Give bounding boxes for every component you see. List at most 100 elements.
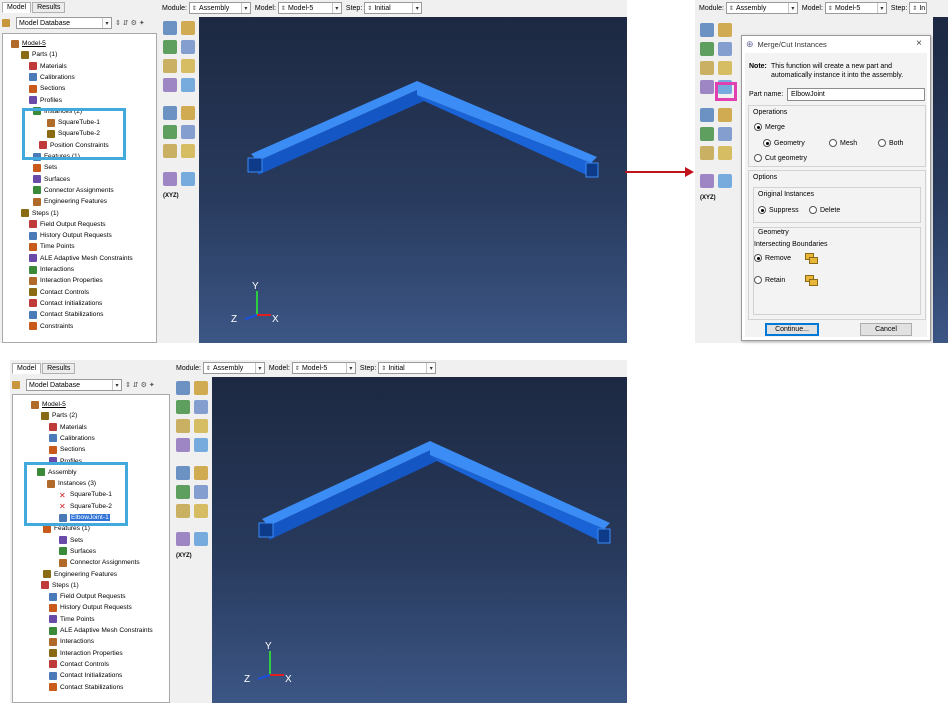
model-select[interactable]: ⇕ Model-5 ▾ — [277, 2, 342, 14]
datum-icon[interactable] — [163, 78, 177, 92]
rotate-icon[interactable] — [718, 42, 732, 56]
constraint-icon[interactable] — [194, 504, 208, 518]
csys-icon[interactable] — [181, 78, 195, 92]
dialog-close-button[interactable]: × — [916, 38, 922, 49]
retain-radio[interactable]: Retain — [754, 276, 785, 284]
cancel-button[interactable]: Cancel — [860, 323, 912, 336]
tree-item[interactable]: ALE Adaptive Mesh Constraints — [49, 625, 153, 636]
expand-collapse-icons[interactable]: ⇕ ⇵ ⚙ ✦ — [115, 19, 145, 27]
translate-icon[interactable] — [176, 485, 190, 499]
tree-item[interactable]: Field Output Requests — [29, 219, 106, 230]
tree-item[interactable]: History Output Requests — [29, 230, 112, 241]
expand-collapse-icons-bottom[interactable]: ⇕ ⇵ ⚙ ✦ — [125, 381, 155, 389]
linear-pattern-icon[interactable] — [718, 23, 732, 37]
tree-item[interactable]: Materials — [49, 422, 87, 433]
translate-icon[interactable] — [163, 125, 177, 139]
datum-icon[interactable] — [700, 174, 714, 188]
create-instance-icon[interactable] — [700, 108, 714, 122]
model-select-bottom[interactable]: ⇕ Model-5 ▾ — [291, 362, 356, 374]
merge-cut-icon[interactable] — [700, 61, 714, 75]
tree-item[interactable]: History Output Requests — [49, 602, 132, 613]
translate-icon[interactable] — [700, 127, 714, 141]
remove-radio[interactable]: Remove — [754, 254, 791, 262]
tree-item[interactable]: Sections — [29, 83, 65, 94]
translate-icon[interactable] — [163, 40, 177, 54]
merge-cut-tool-highlight[interactable] — [715, 82, 737, 101]
tree-item[interactable]: Steps (1) — [41, 580, 79, 591]
create-instance-icon[interactable] — [176, 381, 190, 395]
tree-item[interactable]: Interactions — [49, 636, 94, 647]
tree-item[interactable]: Connector Assignments — [59, 557, 140, 568]
both-radio[interactable]: Both — [878, 139, 903, 147]
tree-item[interactable]: Parts (1) — [21, 49, 57, 60]
create-instance-icon[interactable] — [176, 466, 190, 480]
merge-cut-icon[interactable] — [163, 144, 177, 158]
tree-item[interactable]: Connector Assignments — [33, 185, 114, 196]
tree-item[interactable]: Time Points — [49, 614, 95, 625]
linear-pattern-icon[interactable] — [718, 108, 732, 122]
translate-icon[interactable] — [176, 400, 190, 414]
tree-item[interactable]: Surfaces — [33, 174, 70, 185]
merge-cut-icon[interactable] — [176, 504, 190, 518]
csys-icon[interactable] — [194, 532, 208, 546]
viewport-bottom[interactable]: Y X Z — [212, 377, 627, 703]
tree-item[interactable]: Sections — [49, 444, 85, 455]
tree-item[interactable]: Model-5 — [11, 38, 46, 49]
csys-icon[interactable] — [181, 172, 195, 186]
tree-item[interactable]: Field Output Requests — [49, 591, 126, 602]
tree-item[interactable]: Engineering Features — [33, 196, 107, 207]
tab-results-bottom[interactable]: Results — [42, 363, 76, 374]
continue-button[interactable]: Continue... — [765, 323, 819, 336]
merge-cut-icon[interactable] — [163, 59, 177, 73]
module-select-bottom[interactable]: ⇕ Assembly ▾ — [202, 362, 265, 374]
tree-item[interactable]: Contact Initializations — [49, 670, 122, 681]
part-name-input[interactable]: ElbowJoint — [787, 88, 925, 101]
rotate-icon[interactable] — [718, 127, 732, 141]
create-instance-icon[interactable] — [163, 21, 177, 35]
linear-pattern-icon[interactable] — [194, 381, 208, 395]
tab-model-bottom[interactable]: Model — [12, 363, 42, 374]
tree-item[interactable]: Time Points — [29, 241, 75, 252]
merge-radio[interactable]: Merge — [754, 123, 785, 131]
tree-item[interactable]: Contact Stabilizations — [29, 309, 103, 320]
geometry-radio[interactable]: Geometry — [763, 139, 805, 147]
rotate-icon[interactable] — [194, 400, 208, 414]
constraint-icon[interactable] — [181, 144, 195, 158]
module-select[interactable]: ⇕ Assembly ▾ — [188, 2, 251, 14]
linear-pattern-icon[interactable] — [194, 466, 208, 480]
translate-icon[interactable] — [700, 42, 714, 56]
step-select[interactable]: ⇕ Initial ▾ — [364, 2, 423, 14]
database-select-bottom[interactable]: Model Database ▾ — [26, 379, 122, 391]
linear-pattern-icon[interactable] — [181, 106, 195, 120]
step-select-bottom[interactable]: ⇕ Initial ▾ — [378, 362, 437, 374]
suppress-radio[interactable]: Suppress — [758, 206, 799, 214]
cut-geometry-radio[interactable]: Cut geometry — [754, 154, 807, 162]
merge-cut-icon[interactable] — [176, 419, 190, 433]
merge-cut-icon[interactable] — [700, 146, 714, 160]
linear-pattern-icon[interactable] — [181, 21, 195, 35]
tab-model[interactable]: Model — [2, 2, 32, 13]
rotate-icon[interactable] — [194, 485, 208, 499]
tree-item[interactable]: Contact Controls — [49, 659, 109, 670]
tree-item[interactable]: Sets — [33, 162, 57, 173]
constraint-icon[interactable] — [718, 146, 732, 160]
tree-item[interactable]: Steps (1) — [21, 208, 59, 219]
tree-item[interactable]: Interaction Properties — [29, 275, 103, 286]
tree-item[interactable]: ALE Adaptive Mesh Constraints — [29, 253, 133, 264]
viewport[interactable]: Y X Z — [199, 17, 627, 343]
module-select-right[interactable]: ⇕ Assembly ▾ — [725, 2, 798, 14]
tree-item[interactable]: Materials — [29, 61, 67, 72]
tree-item[interactable]: Engineering Features — [43, 569, 117, 580]
datum-icon[interactable] — [176, 438, 190, 452]
tree-item[interactable]: Contact Initializations — [29, 298, 102, 309]
constraint-icon[interactable] — [181, 59, 195, 73]
create-instance-icon[interactable] — [700, 23, 714, 37]
datum-icon[interactable] — [176, 532, 190, 546]
create-instance-icon[interactable] — [163, 106, 177, 120]
tree-item[interactable]: Profiles — [29, 95, 62, 106]
tree-item[interactable]: Calibrations — [29, 72, 75, 83]
tree-item[interactable]: Contact Controls — [29, 287, 89, 298]
step-select-right[interactable]: ⇕ In — [909, 2, 928, 14]
datum-icon[interactable] — [163, 172, 177, 186]
delete-radio[interactable]: Delete — [809, 206, 840, 214]
